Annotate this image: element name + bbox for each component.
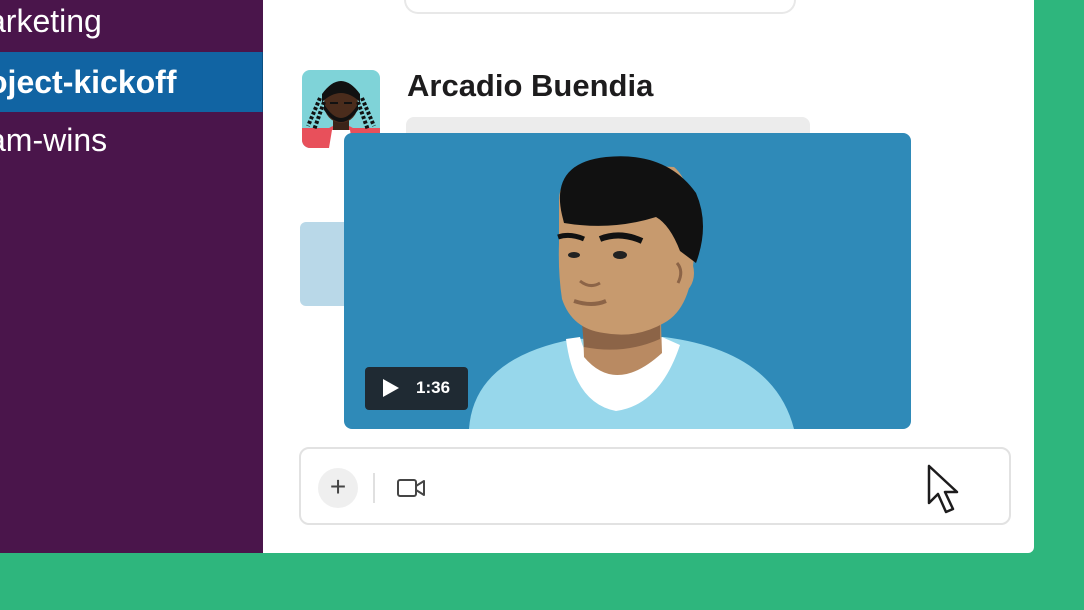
sidebar-item-project-kickoff[interactable]: oject-kickoff bbox=[0, 52, 263, 112]
mouse-pointer-icon bbox=[927, 464, 959, 514]
video-camera-icon[interactable] bbox=[396, 477, 426, 499]
composer-divider bbox=[373, 473, 375, 503]
sidebar-item-team-wins[interactable]: am-wins bbox=[0, 110, 263, 170]
message-composer[interactable]: + bbox=[299, 447, 1011, 525]
sidebar-item-label: am-wins bbox=[0, 122, 108, 158]
message-pane: Arcadio Buendia 1:36 + bbox=[264, 0, 1034, 553]
app-window: arketing oject-kickoff am-wins bbox=[0, 0, 1034, 553]
play-icon[interactable] bbox=[379, 377, 401, 399]
previous-message-bubble bbox=[404, 0, 796, 14]
sidebar: arketing oject-kickoff am-wins bbox=[0, 0, 263, 553]
add-attachment-button[interactable]: + bbox=[318, 468, 358, 508]
message-author[interactable]: Arcadio Buendia bbox=[407, 68, 653, 104]
sidebar-item-label: arketing bbox=[0, 3, 102, 39]
video-player[interactable]: 1:36 bbox=[344, 133, 911, 429]
video-duration: 1:36 bbox=[416, 378, 451, 397]
play-duration-button[interactable]: 1:36 bbox=[365, 367, 468, 410]
sidebar-item-marketing[interactable]: arketing bbox=[0, 0, 263, 51]
sidebar-item-label: oject-kickoff bbox=[0, 64, 177, 100]
